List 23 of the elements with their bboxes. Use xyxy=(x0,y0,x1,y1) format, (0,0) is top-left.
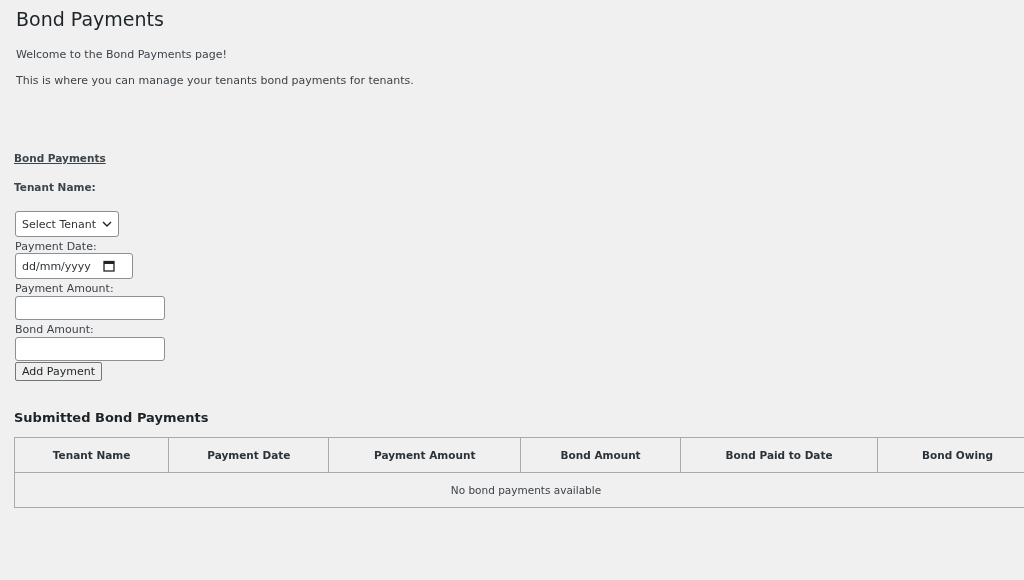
chevron-icon xyxy=(102,221,113,227)
field-label: Payment Amount: xyxy=(15,282,115,295)
column-header: Bond Paid to Date xyxy=(680,437,878,473)
column-header: Tenant Name xyxy=(14,437,169,473)
section-title: Submitted Bond Payments xyxy=(14,410,210,425)
field-label: Payment Date: xyxy=(15,240,98,253)
column-header: Bond Owing xyxy=(877,437,1024,473)
field-label: Bond Amount: xyxy=(15,323,95,336)
intro-text: Welcome to the Bond Payments page! xyxy=(16,48,228,61)
payment-amount-field[interactable] xyxy=(15,296,165,320)
add-payment-button[interactable]: Add Payment xyxy=(15,362,102,381)
column-header: Payment Amount xyxy=(329,437,521,473)
empty-message: No bond payments available xyxy=(14,472,1024,508)
field-label: Tenant Name: xyxy=(14,181,97,193)
bond-amount-field[interactable] xyxy=(15,337,165,361)
calendar-icon xyxy=(102,260,115,272)
date-field[interactable]: dd/mm/yyyy xyxy=(15,253,133,279)
bond-payments-link[interactable]: Bond Payments xyxy=(14,152,106,164)
column-header: Bond Amount xyxy=(520,437,681,473)
tenant-select[interactable]: Select Tenant xyxy=(15,211,120,237)
intro-text: This is where you can manage your tenants bond payments for tenants. xyxy=(16,74,415,87)
column-header: Payment Date xyxy=(168,437,329,473)
page-title: Bond Payments xyxy=(16,8,165,30)
